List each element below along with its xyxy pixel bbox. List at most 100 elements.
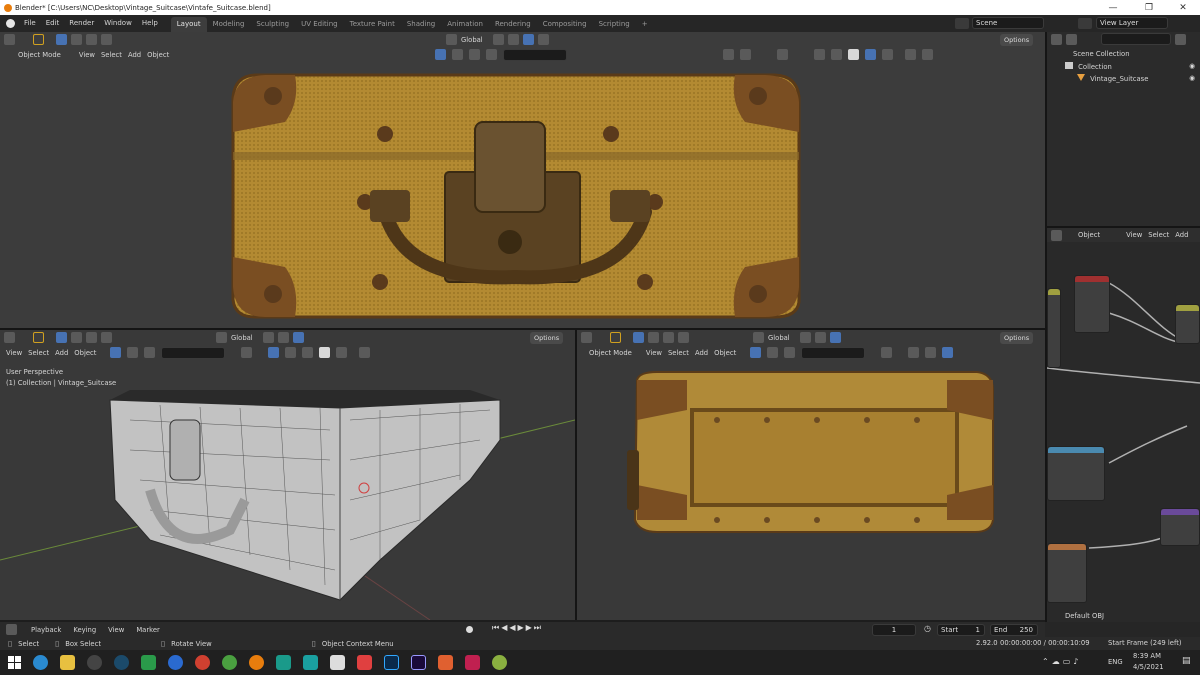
select-subtract-icon[interactable] xyxy=(86,34,97,45)
steam-icon[interactable] xyxy=(114,655,129,670)
menu-view[interactable]: View xyxy=(646,349,662,357)
nav-gizmo-icon[interactable] xyxy=(922,49,934,60)
snap-project-icon[interactable] xyxy=(486,49,498,60)
visibility-eye-icon[interactable]: ◉ xyxy=(1189,74,1195,82)
viewport-bottom-left[interactable]: Global Options View Select Add Object Us… xyxy=(0,330,575,620)
blender-icon[interactable] xyxy=(249,655,264,670)
menu-view[interactable]: View xyxy=(79,51,95,59)
menu-marker[interactable]: Marker xyxy=(136,626,160,634)
xray-icon[interactable] xyxy=(925,347,937,358)
menu-edit[interactable]: Edit xyxy=(41,15,65,32)
snap-target-icon[interactable] xyxy=(452,49,464,60)
tab-rendering[interactable]: Rendering xyxy=(489,17,537,32)
app-red-icon[interactable] xyxy=(465,655,480,670)
minimize-button[interactable]: — xyxy=(1096,0,1130,15)
app-green2-icon[interactable] xyxy=(492,655,507,670)
outliner-search-input[interactable] xyxy=(1101,33,1171,45)
start-frame-field[interactable]: Start 1 xyxy=(937,624,985,636)
options-button[interactable]: Options xyxy=(1000,34,1034,46)
tab-shading[interactable]: Shading xyxy=(401,17,441,32)
select-mode-icon[interactable] xyxy=(56,34,67,45)
taskbar-date[interactable]: 4/5/2021 xyxy=(1133,663,1164,671)
file-explorer-icon[interactable] xyxy=(60,655,75,670)
tab-animation[interactable]: Animation xyxy=(441,17,489,32)
transform-orientation[interactable]: Global xyxy=(461,36,483,44)
menu-object[interactable]: Object xyxy=(147,51,169,59)
snap-target-icon[interactable] xyxy=(767,347,779,358)
snap-element-icon[interactable] xyxy=(750,347,762,358)
menu-keying[interactable]: Keying xyxy=(73,626,96,634)
editor-type-icon[interactable] xyxy=(6,624,17,635)
shader-node-editor[interactable]: Object View Select Add Default OBJ xyxy=(1047,228,1200,622)
playback-controls[interactable]: ⏮◀◀▶▶⏭ xyxy=(492,623,543,633)
view-layer-icon[interactable] xyxy=(1078,18,1092,29)
editor-type-icon[interactable] xyxy=(581,332,592,343)
menu-select[interactable]: Select xyxy=(101,51,122,59)
scene-field[interactable]: Scene xyxy=(972,17,1044,29)
taskbar-time[interactable]: 8:39 AM xyxy=(1133,652,1161,660)
add-workspace-button[interactable]: + xyxy=(636,17,654,32)
transform-orientation[interactable]: Global xyxy=(768,334,790,342)
viewport-top[interactable]: Global Options Object Mode View Select A… xyxy=(0,32,1045,328)
maya-icon[interactable] xyxy=(303,655,318,670)
object-mode-dropdown[interactable]: Object Mode xyxy=(583,349,632,357)
node-uv-map[interactable] xyxy=(1047,288,1061,368)
node-normal-map[interactable] xyxy=(1160,508,1200,546)
tab-compositing[interactable]: Compositing xyxy=(537,17,593,32)
options-button[interactable]: Options xyxy=(1000,332,1034,344)
editor-type-icon[interactable] xyxy=(1051,33,1062,45)
editor-type-icon[interactable] xyxy=(4,34,15,45)
brave-icon[interactable] xyxy=(357,655,372,670)
menu-file[interactable]: File xyxy=(19,15,41,32)
menu-select[interactable]: Select xyxy=(668,349,689,357)
display-mode-icon[interactable] xyxy=(1066,33,1077,45)
3d-app-icon[interactable] xyxy=(276,655,291,670)
photoshop-icon[interactable] xyxy=(384,655,399,670)
select-extend-icon[interactable] xyxy=(71,34,82,45)
shading-material-icon[interactable] xyxy=(865,49,877,60)
edge-icon[interactable] xyxy=(33,655,48,670)
node-principled[interactable] xyxy=(1175,304,1200,344)
select-tool-icon[interactable] xyxy=(610,332,621,343)
node-output[interactable] xyxy=(1047,543,1087,603)
snap-icon[interactable] xyxy=(507,34,519,45)
viewport-bottom-right[interactable]: Global Options Object Mode View Select A… xyxy=(577,330,1045,620)
app-photo-icon[interactable] xyxy=(330,655,345,670)
viewport-search-input[interactable] xyxy=(503,48,568,61)
gizmo-icon[interactable] xyxy=(740,49,752,60)
select-extend-icon[interactable] xyxy=(648,332,659,343)
select-mode-icon[interactable] xyxy=(633,332,644,343)
visibility-eye-icon[interactable]: ◉ xyxy=(1189,62,1195,70)
area-separator-vertical[interactable] xyxy=(575,330,577,620)
system-tray-icons[interactable]: ⌃☁▭♪ xyxy=(1042,657,1081,666)
windows-start-icon[interactable] xyxy=(8,656,21,669)
menu-object[interactable]: Object xyxy=(714,349,736,357)
menu-playback[interactable]: Playback xyxy=(31,626,61,634)
tab-texture-paint[interactable]: Texture Paint xyxy=(344,17,401,32)
snap-toggle-icon[interactable] xyxy=(829,332,841,343)
chrome-alt-icon[interactable] xyxy=(87,655,102,670)
maximize-button[interactable]: ❐ xyxy=(1132,0,1166,15)
select-tool-icon[interactable] xyxy=(33,34,44,45)
notification-icon[interactable]: ▤ xyxy=(1182,656,1191,666)
blender-menu-icon[interactable] xyxy=(6,19,15,28)
xbox-icon[interactable] xyxy=(141,655,156,670)
tab-uv-editing[interactable]: UV Editing xyxy=(295,17,344,32)
end-frame-field[interactable]: End 250 xyxy=(990,624,1038,636)
xray-icon[interactable] xyxy=(814,49,826,60)
visibility-icon[interactable] xyxy=(723,49,735,60)
view-layer-field[interactable]: View Layer xyxy=(1096,17,1168,29)
app-orange-icon[interactable] xyxy=(438,655,453,670)
visibility-icon[interactable] xyxy=(881,347,893,358)
pivot-icon[interactable] xyxy=(492,34,504,45)
tab-sculpting[interactable]: Sculpting xyxy=(250,17,295,32)
outliner-row-object[interactable]: Vintage_Suitcase ◉ xyxy=(1077,74,1195,83)
snap-align-icon[interactable] xyxy=(784,347,796,358)
node-image-texture[interactable] xyxy=(1074,275,1110,333)
record-button[interactable] xyxy=(466,626,473,633)
select-invert-icon[interactable] xyxy=(678,332,689,343)
node-color-ramp[interactable] xyxy=(1047,446,1105,501)
tab-layout[interactable]: Layout xyxy=(170,17,207,32)
filter-icon[interactable] xyxy=(1175,33,1186,45)
outliner-row-collection[interactable]: Collection ◉ xyxy=(1065,62,1195,71)
